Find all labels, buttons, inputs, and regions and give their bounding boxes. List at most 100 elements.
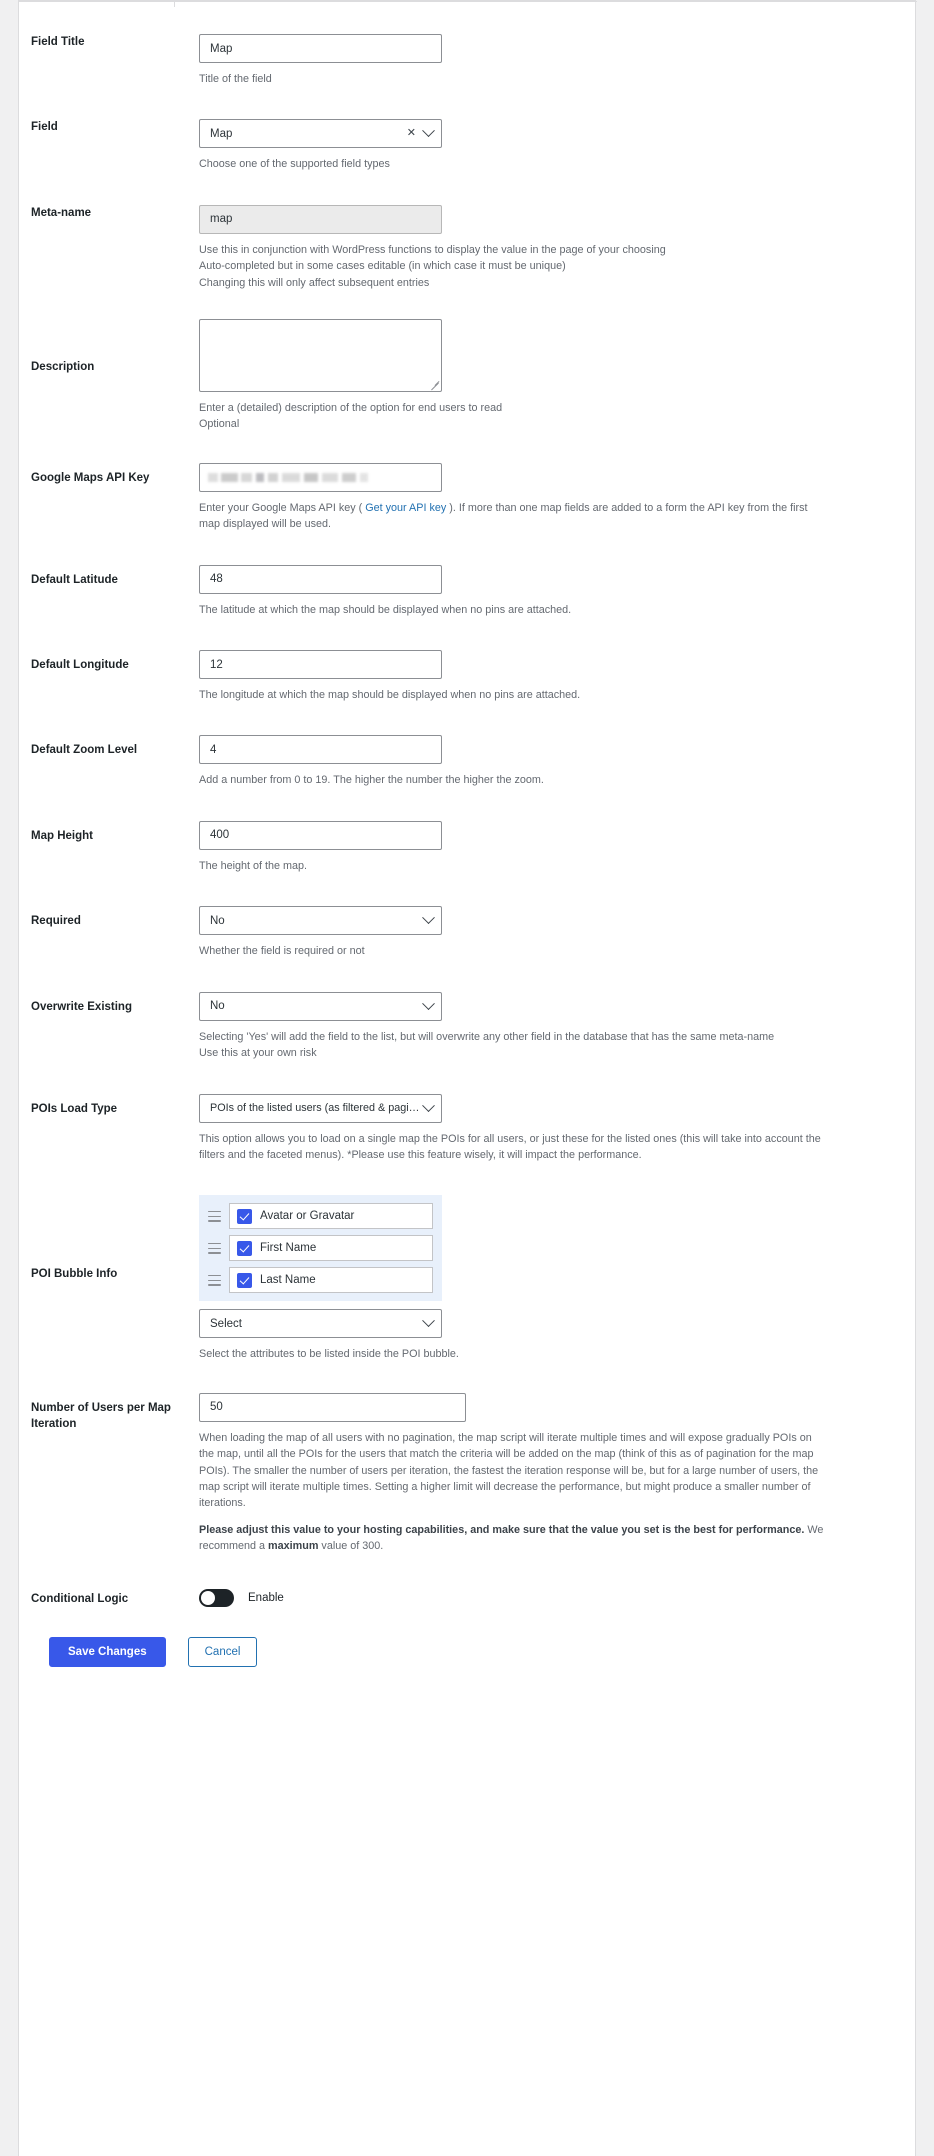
required-help: Whether the field is required or not [199,943,829,959]
close-icon[interactable]: ✕ [407,128,416,139]
form-row-default-latitude: Default Latitude 48 The latitude at whic… [31,565,897,618]
overwrite-existing-help: Selecting 'Yes' will add the field to th… [199,1029,829,1062]
row-label-conditional-logic: Conditional Logic [31,1589,199,1607]
help-line: Select the attributes to be listed insid… [199,1346,829,1362]
field-type-help: Choose one of the supported field types [199,156,829,172]
form-row-field-title: Field Title Map Title of the field [31,34,897,87]
row-label-description: Description [31,319,199,375]
default-latitude-value: 48 [210,573,223,585]
form-row-conditional-logic: Conditional Logic Enable [31,1589,897,1607]
form-row-meta-name: Meta-name map Use this in conjunction wi… [31,205,897,291]
conditional-logic-toggle[interactable] [199,1589,234,1607]
meta-name-help: Use this in conjunction with WordPress f… [199,242,829,291]
conditional-logic-toggle-label: Enable [248,1592,284,1604]
form-row-pois-load-type: POIs Load Type POIs of the listed users … [31,1094,897,1164]
form-row-overwrite-existing: Overwrite Existing No Selecting 'Yes' wi… [31,992,897,1062]
required-select[interactable]: No [199,906,442,935]
form-row-field: Field Map ✕ Choose one of the supported … [31,119,897,172]
help-line: Optional [199,416,829,432]
redacted-value [208,473,368,482]
field-type-value: Map [210,128,232,140]
default-longitude-input[interactable]: 12 [199,650,442,679]
row-label-api-key: Google Maps API Key [31,463,199,486]
default-longitude-help: The longitude at which the map should be… [199,687,829,703]
form-row-users-per-iteration: Number of Users per Map Iteration 50 Whe… [31,1393,897,1555]
poi-bubble-item-2[interactable]: Last Name [229,1267,433,1293]
meta-name-input[interactable]: map [199,205,442,234]
field-type-select[interactable]: Map ✕ [199,119,442,148]
poi-bubble-item-0[interactable]: Avatar or Gravatar [229,1203,433,1229]
default-latitude-input[interactable]: 48 [199,565,442,594]
default-latitude-help: The latitude at which the map should be … [199,602,829,618]
conditional-logic-toggle-row: Enable [199,1589,897,1607]
form-row-default-zoom-level: Default Zoom Level 4 Add a number from 0… [31,735,897,788]
help-line: Add a number from 0 to 19. The higher th… [199,772,829,788]
list-item[interactable]: First Name [208,1235,433,1261]
row-label-required: Required [31,906,199,929]
row-label-default-zoom-level: Default Zoom Level [31,735,199,758]
help-line: Changing this will only affect subsequen… [199,275,829,291]
checkbox-checked-icon[interactable] [237,1241,252,1256]
poi-bubble-attribute-select[interactable]: Select [199,1309,442,1338]
cancel-button[interactable]: Cancel [188,1637,258,1667]
row-label-users-per-iteration: Number of Users per Map Iteration [31,1393,199,1432]
row-label-meta-name: Meta-name [31,205,199,221]
form-row-poi-bubble-info: POI Bubble Info Avatar or Gravatar [31,1195,897,1362]
poi-bubble-attribute-value: Select [210,1318,242,1330]
list-item[interactable]: Last Name [208,1267,433,1293]
field-title-value: Map [210,43,232,55]
form-row-map-height: Map Height 400 The height of the map. [31,821,897,874]
drag-handle-icon[interactable] [208,1211,221,1222]
get-api-key-link[interactable]: Get your API key [365,502,446,514]
chevron-down-icon[interactable] [422,125,435,138]
overwrite-existing-value: No [210,1000,225,1012]
default-zoom-level-help: Add a number from 0 to 19. The higher th… [199,772,829,788]
map-height-input[interactable]: 400 [199,821,442,850]
panel-top-divider [19,1,917,2]
help-line-bold: Please adjust this value to your hosting… [199,1524,804,1536]
help-line: Use this in conjunction with WordPress f… [199,242,829,258]
help-line: Enter your Google Maps API key ( [199,502,365,514]
form-row-required: Required No Whether the field is require… [31,906,897,959]
help-line: value of 300. [318,1540,383,1552]
pois-load-type-value: POIs of the listed users (as filtered & … [210,1102,424,1114]
overwrite-existing-select[interactable]: No [199,992,442,1021]
map-height-help: The height of the map. [199,858,829,874]
save-changes-button[interactable]: Save Changes [49,1637,166,1667]
chevron-down-icon[interactable] [422,912,435,925]
form-row-description: Description Enter a (detailed) descripti… [31,319,897,433]
row-label-overwrite-existing: Overwrite Existing [31,992,199,1015]
users-per-iteration-value: 50 [210,1401,223,1413]
pois-load-type-select[interactable]: POIs of the listed users (as filtered & … [199,1094,442,1123]
default-zoom-level-value: 4 [210,744,216,756]
drag-handle-icon[interactable] [208,1275,221,1286]
resize-grip-icon[interactable] [430,380,439,389]
description-help: Enter a (detailed) description of the op… [199,400,829,433]
poi-bubble-item-label: Avatar or Gravatar [260,1210,354,1222]
default-zoom-level-input[interactable]: 4 [199,735,442,764]
poi-bubble-item-1[interactable]: First Name [229,1235,433,1261]
help-line: Title of the field [199,71,829,87]
field-type-select-tools: ✕ [407,128,433,139]
drag-handle-icon[interactable] [208,1243,221,1254]
pois-load-type-help: This option allows you to load on a sing… [199,1131,829,1164]
description-textarea[interactable] [199,319,442,392]
help-line: Enter a (detailed) description of the op… [199,400,829,416]
field-title-help: Title of the field [199,71,829,87]
poi-bubble-help: Select the attributes to be listed insid… [199,1346,829,1362]
chevron-down-icon[interactable] [422,1099,435,1112]
help-line: This option allows you to load on a sing… [199,1131,829,1164]
users-per-iteration-input[interactable]: 50 [199,1393,466,1422]
chevron-down-icon[interactable] [422,1315,435,1328]
help-line: Auto-completed but in some cases editabl… [199,258,829,274]
chevron-down-icon[interactable] [422,997,435,1010]
list-item[interactable]: Avatar or Gravatar [208,1203,433,1229]
action-buttons: Save Changes Cancel [49,1637,897,1667]
checkbox-checked-icon[interactable] [237,1209,252,1224]
field-title-input[interactable]: Map [199,34,442,63]
checkbox-checked-icon[interactable] [237,1273,252,1288]
google-maps-api-key-input[interactable] [199,463,442,492]
poi-bubble-list: Avatar or Gravatar First Name [199,1195,442,1301]
help-line: Choose one of the supported field types [199,156,829,172]
default-longitude-value: 12 [210,659,223,671]
